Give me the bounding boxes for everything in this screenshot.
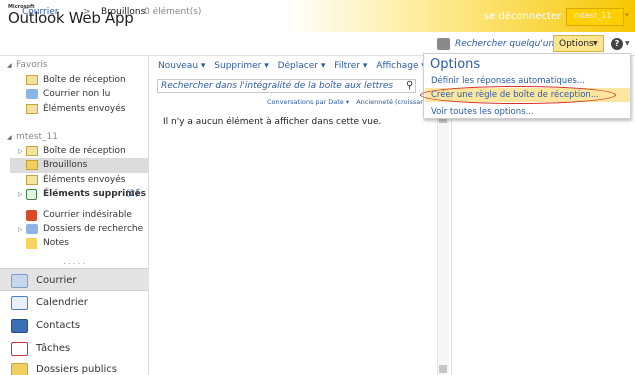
folder-inbox[interactable]: Boîte de réception: [43, 146, 126, 156]
deleted-items-icon: [26, 189, 37, 200]
logout-link[interactable]: se déconnecter: [484, 11, 561, 22]
deleted-count-badge: (2): [126, 189, 139, 199]
menu-item-auto-replies[interactable]: Définir les réponses automatiques...: [431, 76, 585, 86]
nav-contacts-label: Contacts: [36, 320, 81, 331]
user-name[interactable]: mtest_11: [574, 11, 611, 20]
chevron-down-icon[interactable]: ▼: [593, 40, 598, 47]
nav-calendar[interactable]: Calendrier: [0, 291, 149, 314]
public-folders-icon: [11, 363, 28, 375]
options-button-label[interactable]: Options: [559, 39, 594, 49]
favorite-inbox[interactable]: Boîte de réception: [43, 75, 126, 85]
menu-item-see-all-options[interactable]: Voir toutes les options...: [431, 107, 534, 117]
nav-mail-label: Courrier: [36, 275, 77, 286]
folder-junk[interactable]: Courrier indésirable: [43, 210, 132, 220]
expand-triangle-icon[interactable]: ▷: [18, 191, 23, 198]
reading-pane-divider: [451, 108, 452, 375]
folder-notes[interactable]: Notes: [43, 238, 69, 248]
item-count: 0 élément(s): [144, 7, 202, 17]
pane-splitter-handle[interactable]: .....: [63, 257, 87, 267]
search-folders-icon: [26, 224, 38, 234]
favorite-unread[interactable]: Courrier non lu: [43, 89, 110, 99]
folder-sent[interactable]: Éléments envoyés: [43, 175, 125, 185]
notes-icon: [26, 238, 37, 249]
find-someone-link[interactable]: Rechercher quelqu'un: [455, 39, 554, 49]
message-list-scrollbar[interactable]: [437, 108, 449, 375]
move-button[interactable]: Déplacer ▾: [278, 61, 326, 71]
sent-items-icon: [26, 175, 38, 185]
search-icon[interactable]: ⚲: [406, 80, 413, 91]
unread-mail-icon: [26, 89, 38, 99]
folder-drafts[interactable]: Brouillons: [43, 160, 87, 170]
breadcrumb-root[interactable]: Courrier: [22, 7, 58, 17]
collapse-triangle-icon[interactable]: ◢: [7, 134, 12, 141]
tasks-icon: [11, 342, 28, 356]
favorites-header[interactable]: Favoris: [16, 60, 48, 70]
expand-triangle-icon[interactable]: ▷: [18, 148, 23, 155]
nav-calendar-label: Calendrier: [36, 297, 88, 308]
address-book-icon[interactable]: [437, 38, 450, 50]
chevron-down-icon[interactable]: ▾: [625, 11, 629, 19]
delete-button[interactable]: Supprimer ▾: [214, 61, 268, 71]
conversations-by-date[interactable]: Conversations par Date ▾: [267, 98, 349, 106]
chevron-down-icon[interactable]: ▼: [625, 40, 630, 47]
sent-items-icon: [26, 104, 38, 114]
search-input[interactable]: Rechercher dans l'intégralité de la boît…: [161, 81, 393, 91]
calendar-icon: [11, 296, 28, 310]
nav-tasks-label: Tâches: [36, 343, 71, 354]
inbox-icon: [26, 75, 38, 85]
nav-public-folders[interactable]: Dossiers publics: [0, 358, 149, 375]
mail-icon: [11, 274, 28, 288]
collapse-triangle-icon[interactable]: ◢: [7, 62, 12, 69]
inbox-icon: [26, 146, 38, 156]
nav-mail[interactable]: Courrier: [0, 268, 149, 291]
sort-order[interactable]: Ancienneté (croissant): [356, 98, 429, 106]
nav-tasks[interactable]: Tâches: [0, 337, 149, 360]
junk-mail-icon: [26, 210, 37, 221]
empty-list-message: Il n'y a aucun élément à afficher dans c…: [163, 117, 382, 127]
nav-contacts[interactable]: Contacts: [0, 314, 149, 337]
annotation-ellipse: [420, 86, 616, 104]
drafts-icon: [26, 160, 38, 170]
scroll-down-arrow-icon[interactable]: [439, 365, 447, 373]
mail-toolbar: Nouveau ▾ Supprimer ▾ Déplacer ▾ Filtrer…: [158, 61, 426, 71]
folder-search[interactable]: Dossiers de recherche: [43, 224, 143, 234]
favorite-sent[interactable]: Éléments envoyés: [43, 104, 125, 114]
breadcrumb-separator: >: [83, 7, 91, 17]
mailbox-header[interactable]: mtest_11: [16, 132, 58, 142]
nav-public-folders-label: Dossiers publics: [36, 364, 117, 375]
view-button[interactable]: Affichage ▾: [376, 61, 426, 71]
contacts-icon: [11, 319, 28, 333]
expand-triangle-icon[interactable]: ▷: [18, 226, 23, 233]
filter-button[interactable]: Filtrer ▾: [334, 61, 367, 71]
help-icon[interactable]: ?: [611, 38, 623, 50]
new-button[interactable]: Nouveau ▾: [158, 61, 205, 71]
sort-bar: Conversations par Date ▾ Ancienneté (cro…: [267, 98, 429, 106]
breadcrumb-current: Brouillons: [101, 7, 146, 17]
options-menu-title: Options: [430, 57, 481, 72]
